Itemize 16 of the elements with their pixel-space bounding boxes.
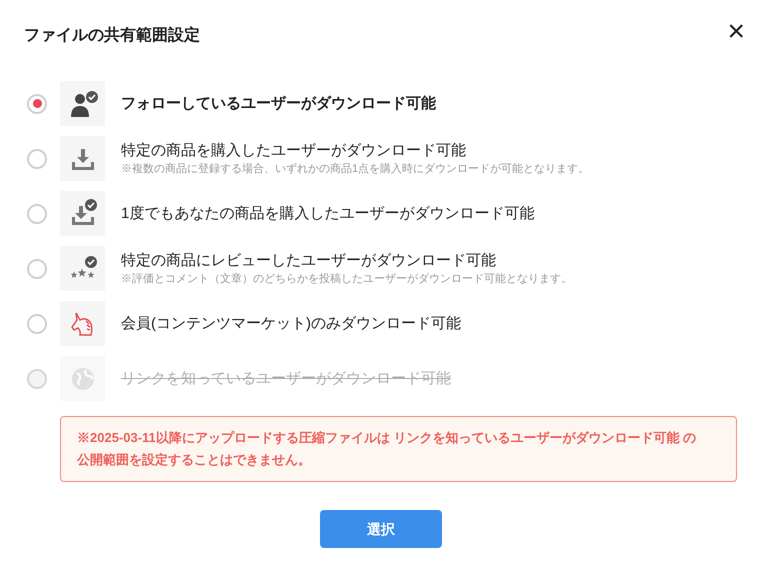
option-label: 特定の商品にレビューしたユーザーがダウンロード可能 [121,250,497,270]
radio-button[interactable] [27,148,47,168]
radio-button[interactable] [27,94,47,114]
radio-button[interactable] [27,204,47,224]
option-label: 会員(コンテンツマーケット)のみダウンロード可能 [121,314,461,334]
option-label: 1度でもあなたの商品を購入したユーザーがダウンロード可能 [121,204,534,224]
close-button[interactable]: × [727,17,745,47]
option-label: リンクを知っているユーザーがダウンロード可能 [121,368,451,388]
radio-button[interactable] [27,314,47,334]
radio-button[interactable] [27,258,47,278]
dialog-title: ファイルの共有範囲設定 [24,25,200,46]
option-label: 特定の商品を購入したユーザーがダウンロード可能 [121,140,467,160]
option-note: ※複数の商品に登録する場合、いずれかの商品1点を購入時にダウンロードが可能となります。 [121,162,590,176]
warning-notice: ※2025-03-11以降にアップロードする圧縮ファイルは リンクを知っているユーザーがダウンロード可能 の公開範囲を設定することはできません。 [60,416,737,482]
option-label: フォローしているユーザーがダウンロード可能 [121,94,436,114]
option-note: ※評価とコメント（文章）のどちらかを投稿したユーザーがダウンロード可能となります。 [121,272,572,286]
